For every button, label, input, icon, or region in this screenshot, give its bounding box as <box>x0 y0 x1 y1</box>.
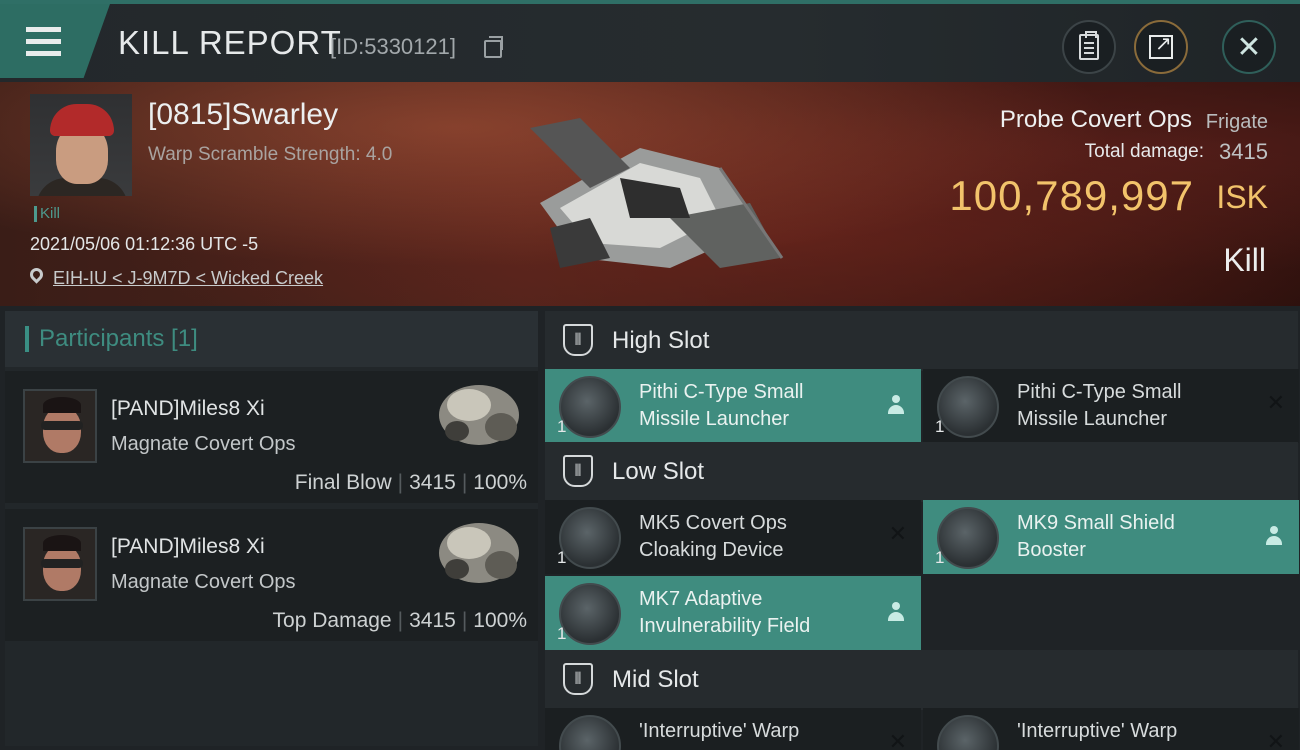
destroyed-x-icon: ✕ <box>1266 391 1285 416</box>
clipboard-icon <box>1079 31 1099 60</box>
header-bar: KILL REPORT [ID:5330121] ✕ <box>0 0 1300 82</box>
module-name: MK5 Covert Ops Cloaking Device <box>639 512 787 561</box>
mid-slot-label: Mid Slot <box>612 666 699 693</box>
participant-name[interactable]: [PAND]Miles8 Xi <box>111 535 265 559</box>
participant-role: Top Damage <box>272 609 392 632</box>
result-label: Kill <box>1223 242 1266 278</box>
fitted-person-icon <box>1265 526 1283 548</box>
module-name: MK7 Adaptive Invulnerability Field <box>639 588 811 637</box>
cloaking-device-icon <box>559 507 621 569</box>
participants-label: Participants [1] <box>39 325 198 352</box>
victim-ship-class: Frigate <box>1205 111 1268 133</box>
participant-stats: Top Damage | 3415 | 100% <box>272 609 527 632</box>
participant-ship: Magnate Covert Ops <box>111 433 296 455</box>
kill-location-link[interactable]: EIH-IU < J-9M7D < Wicked Creek <box>53 268 323 289</box>
participants-header: Participants [1] <box>5 311 538 367</box>
kill-tag: Kill <box>34 206 60 222</box>
isk-value: 100,789,997 <box>949 172 1194 219</box>
participant-card[interactable]: [PAND]Miles8 Xi Magnate Covert Ops Final… <box>5 371 538 503</box>
victim-ship-name[interactable]: Probe Covert Ops <box>1000 106 1192 134</box>
warp-scramble-strength: Warp Scramble Strength: 4.0 <box>148 144 393 165</box>
report-id: [ID:5330121] <box>330 34 456 59</box>
participant-card[interactable]: [PAND]Miles8 Xi Magnate Covert Ops Top D… <box>5 509 538 641</box>
high-slot-header: ⫴ High Slot <box>545 311 1298 371</box>
mid-slot-header: ⫴ Mid Slot <box>545 650 1298 710</box>
participant-ship: Magnate Covert Ops <box>111 571 296 593</box>
isk-unit: ISK <box>1216 179 1268 215</box>
participant-percent: 100% <box>473 609 527 632</box>
total-damage-label: Total damage: <box>1084 141 1204 162</box>
module-item[interactable]: 'Interruptive' Warp ✕ <box>545 708 921 750</box>
module-name: MK9 Small Shield Booster <box>1017 512 1175 561</box>
participant-percent: 100% <box>473 471 527 494</box>
victim-pilot-name[interactable]: [0815]Swarley <box>148 98 338 132</box>
high-slot-label: High Slot <box>612 327 710 354</box>
module-item[interactable]: 1 Pithi C-Type Small Missile Launcher ✕ <box>923 369 1299 443</box>
destroyed-x-icon: ✕ <box>1266 730 1285 750</box>
destroyed-x-icon: ✕ <box>888 522 907 547</box>
module-item[interactable]: 1 MK7 Adaptive Invulnerability Field <box>545 576 921 650</box>
menu-button[interactable] <box>0 4 110 78</box>
module-quantity: 1 <box>935 548 945 567</box>
module-item[interactable]: 'Interruptive' Warp ✕ <box>923 708 1299 750</box>
missile-launcher-icon <box>559 376 621 438</box>
module-quantity: 1 <box>557 548 567 567</box>
total-damage-value: 3415 <box>1219 139 1268 164</box>
victim-ship-image <box>530 118 784 268</box>
menu-icon <box>26 27 61 32</box>
victim-portrait[interactable] <box>30 94 132 196</box>
participant-avatar[interactable] <box>23 389 97 463</box>
share-button[interactable] <box>1134 20 1188 74</box>
copy-icon[interactable] <box>484 36 503 58</box>
close-icon: ✕ <box>1236 29 1262 65</box>
low-slot-label: Low Slot <box>612 458 705 485</box>
warp-disruptor-icon <box>937 715 999 750</box>
participant-damage: 3415 <box>409 471 456 494</box>
slot-icon: ⫴ <box>563 324 593 356</box>
invulnerability-field-icon <box>559 583 621 645</box>
module-quantity: 1 <box>557 624 567 643</box>
module-name: 'Interruptive' Warp <box>1017 720 1178 742</box>
destroyed-x-icon: ✕ <box>888 730 907 750</box>
participant-stats: Final Blow | 3415 | 100% <box>294 471 527 494</box>
module-item[interactable]: 1 MK5 Covert Ops Cloaking Device ✕ <box>545 500 921 574</box>
share-icon <box>1149 31 1173 59</box>
kill-timestamp: 2021/05/06 01:12:36 UTC -5 <box>30 234 259 254</box>
low-slot-header: ⫴ Low Slot <box>545 442 1298 502</box>
close-button[interactable]: ✕ <box>1222 20 1276 74</box>
fitted-person-icon <box>887 602 905 624</box>
fitted-person-icon <box>887 395 905 417</box>
module-quantity: 1 <box>935 417 945 436</box>
shield-booster-icon <box>937 507 999 569</box>
module-item[interactable]: 1 MK9 Small Shield Booster <box>923 500 1299 574</box>
slot-icon: ⫴ <box>563 663 593 695</box>
module-name: Pithi C-Type Small Missile Launcher <box>1017 381 1182 430</box>
victim-panel: [0815]Swarley Warp Scramble Strength: 4.… <box>0 82 1300 306</box>
participant-name[interactable]: [PAND]Miles8 Xi <box>111 397 265 421</box>
clipboard-button[interactable] <box>1062 20 1116 74</box>
module-item[interactable]: 1 Pithi C-Type Small Missile Launcher <box>545 369 921 443</box>
participant-ship-image <box>439 523 519 583</box>
participants-panel: Participants [1] [PAND]Miles8 Xi Magnate… <box>5 311 538 746</box>
participant-avatar[interactable] <box>23 527 97 601</box>
participant-damage: 3415 <box>409 609 456 632</box>
module-quantity: 1 <box>557 417 567 436</box>
participant-role: Final Blow <box>294 471 392 494</box>
missile-launcher-icon <box>937 376 999 438</box>
warp-disruptor-icon <box>559 715 621 750</box>
page-title: KILL REPORT <box>118 24 342 61</box>
module-name: 'Interruptive' Warp <box>639 720 800 742</box>
module-name: Pithi C-Type Small Missile Launcher <box>639 381 804 430</box>
location-pin-icon <box>27 265 46 284</box>
participant-ship-image <box>439 385 519 445</box>
slot-icon: ⫴ <box>563 455 593 487</box>
